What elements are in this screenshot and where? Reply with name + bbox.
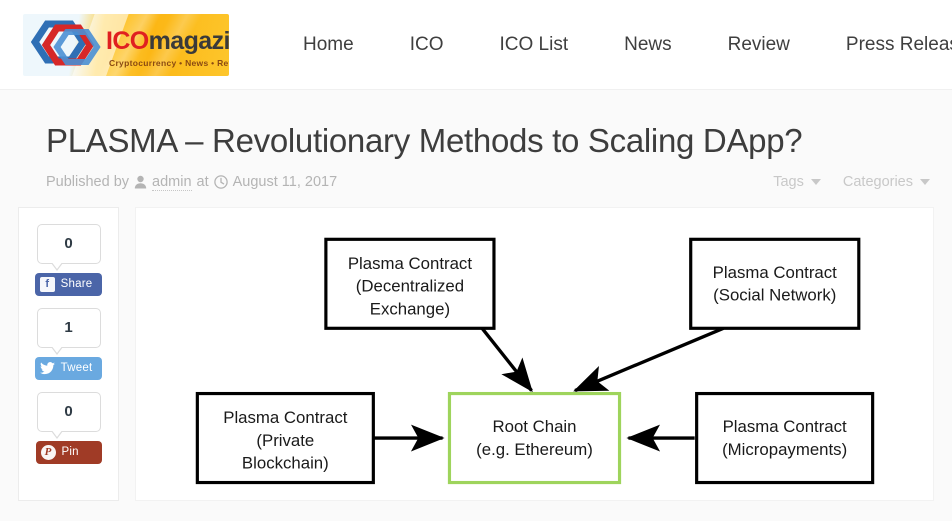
article-byline: Published by admin at August 11, 2017: [46, 174, 337, 191]
nav-item-news[interactable]: News: [596, 34, 700, 56]
main-navigation: Home ICO ICO List News Review Press Rele…: [275, 34, 952, 56]
content-row: 0 f Share 1 Tweet 0 P Pin Plasma Contrac…: [0, 191, 952, 501]
share-block-twitter: 1 Tweet: [34, 307, 103, 380]
facebook-icon: f: [39, 276, 55, 292]
diagram-node-private-blockchain: Plasma Contract (Private Blockchain): [195, 391, 375, 485]
share-block-facebook: 0 f Share: [34, 223, 103, 296]
node-label-line: (Micropayments): [722, 440, 847, 459]
article-header: PLASMA – Revolutionary Methods to Scalin…: [0, 90, 952, 191]
node-label-line: (Social Network): [713, 286, 836, 305]
social-share-sidebar: 0 f Share 1 Tweet 0 P Pin: [18, 206, 119, 501]
node-label-line: Plasma Contract: [348, 254, 472, 273]
publish-date: August 11, 2017: [232, 174, 338, 191]
pinterest-share-button[interactable]: P Pin: [35, 440, 102, 464]
diagram-node-micropayments: Plasma Contract (Micropayments): [695, 391, 875, 485]
logo-wordmark: ICOmagazine: [106, 26, 229, 55]
node-label-line: Exchange): [370, 299, 450, 318]
facebook-share-button[interactable]: f Share: [34, 272, 103, 296]
categories-dropdown[interactable]: Categories: [843, 174, 930, 190]
twitter-share-label: Tweet: [60, 362, 93, 375]
arrow-social-to-root: [573, 326, 724, 393]
node-label-line: (e.g. Ethereum): [476, 440, 593, 459]
logo-wordmark-ico: ICO: [106, 26, 149, 55]
nav-item-review[interactable]: Review: [700, 34, 818, 56]
diagram-node-root-chain: Root Chain (e.g. Ethereum): [447, 391, 622, 485]
site-logo[interactable]: ICOmagazine Cryptocurrency • News • Revi…: [23, 13, 229, 76]
node-label-line: Plasma Contract: [223, 408, 347, 427]
article-meta-row: Published by admin at August 11, 2017 Ta…: [46, 174, 952, 191]
twitter-bird-icon: [39, 361, 55, 376]
facebook-share-count: 0: [36, 223, 101, 271]
twitter-share-button[interactable]: Tweet: [34, 356, 103, 380]
published-by-label: Published by: [46, 174, 130, 191]
clock-icon: [213, 175, 228, 190]
twitter-share-count: 1: [36, 307, 101, 355]
node-label-line: Plasma Contract: [713, 263, 837, 282]
nav-item-press-release[interactable]: Press Release: [818, 34, 952, 56]
share-block-pinterest: 0 P Pin: [35, 391, 102, 464]
categories-label: Categories: [842, 174, 913, 191]
site-header: ICOmagazine Cryptocurrency • News • Revi…: [0, 0, 952, 90]
plasma-architecture-diagram: Plasma Contract (Decentralized Exchange)…: [140, 211, 929, 496]
logo-tagline: Cryptocurrency • News • Review: [109, 57, 229, 68]
nav-item-home[interactable]: Home: [275, 34, 382, 56]
node-label-line: Plasma Contract: [723, 417, 847, 436]
pinterest-share-label: Pin: [61, 446, 79, 459]
article-featured-diagram: Plasma Contract (Decentralized Exchange)…: [135, 206, 934, 501]
facebook-share-label: Share: [60, 278, 93, 291]
person-icon: [134, 175, 147, 189]
article-taxonomy-controls: Tags Categories: [773, 174, 930, 190]
node-label-line: Blockchain): [242, 454, 329, 473]
node-label-line: (Decentralized: [356, 277, 464, 296]
nav-item-ico[interactable]: ICO: [382, 34, 472, 56]
diagram-node-social-network: Plasma Contract (Social Network): [689, 237, 861, 330]
hexagon-logo-icon: [31, 20, 101, 65]
tags-label: Tags: [773, 174, 804, 191]
author-link[interactable]: admin: [152, 174, 192, 191]
at-label: at: [196, 174, 209, 191]
arrow-dex-to-root: [480, 327, 533, 393]
node-label-line: (Private: [256, 431, 314, 450]
node-label-line: Root Chain: [492, 417, 576, 436]
chevron-down-icon: [810, 179, 821, 186]
logo-wordmark-magazine: magazine: [148, 26, 229, 55]
nav-item-ico-list[interactable]: ICO List: [471, 34, 596, 56]
page-title: PLASMA – Revolutionary Methods to Scalin…: [46, 122, 803, 159]
pinterest-icon: P: [40, 444, 56, 460]
diagram-node-decentralized-exchange: Plasma Contract (Decentralized Exchange): [324, 237, 496, 330]
tags-dropdown[interactable]: Tags: [773, 174, 821, 190]
pinterest-share-count: 0: [36, 391, 101, 439]
chevron-down-icon: [920, 179, 930, 186]
